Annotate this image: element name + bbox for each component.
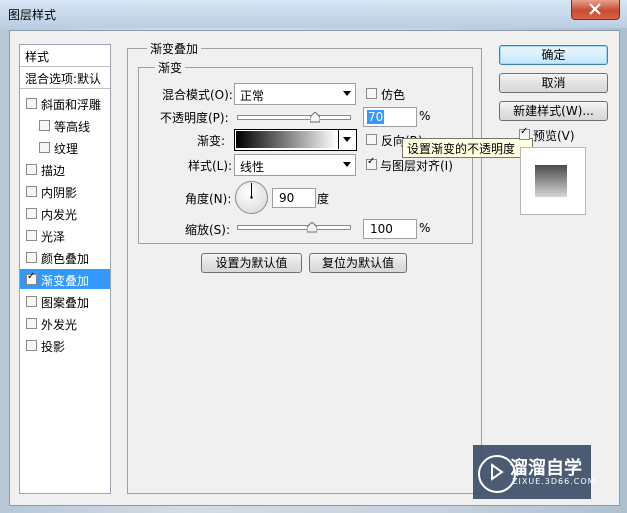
chevron-down-icon — [343, 162, 351, 167]
scale-unit: % — [419, 221, 431, 235]
opacity-input[interactable]: 70 — [363, 107, 417, 127]
style-item-bevel-emboss[interactable]: 斜面和浮雕 — [20, 93, 110, 113]
angle-dial[interactable] — [234, 180, 269, 215]
style-item-checkbox[interactable] — [39, 120, 50, 131]
blend-mode-select[interactable]: 正常 — [234, 83, 356, 105]
set-default-button[interactable]: 设置为默认值 — [201, 253, 302, 273]
style-item-checkbox[interactable] — [26, 164, 37, 175]
scale-input[interactable]: 100 — [363, 219, 417, 239]
style-item-checkbox[interactable] — [26, 230, 37, 241]
gradient-swatch[interactable] — [236, 131, 337, 148]
scale-value: 100 — [370, 222, 393, 236]
style-item-checkbox[interactable] — [26, 252, 37, 263]
tooltip-text: 设置渐变的不透明度 — [407, 142, 516, 156]
style-item-checkbox[interactable] — [26, 208, 37, 219]
gradient-dropdown-button[interactable] — [338, 130, 355, 149]
style-item-label: 描边 — [41, 164, 66, 178]
style-item-contour[interactable]: 等高线 — [20, 115, 110, 135]
gradient-group-title: 渐变 — [155, 59, 186, 76]
gradient-label: 渐变: — [197, 134, 226, 148]
style-list-header-label: 样式 — [25, 50, 50, 64]
scale-slider-track[interactable] — [237, 225, 351, 230]
angle-unit: 度 — [317, 192, 330, 206]
new-style-button[interactable]: 新建样式(W)... — [499, 101, 608, 121]
style-item-stroke[interactable]: 描边 — [20, 159, 110, 179]
style-item-label: 图案叠加 — [41, 296, 90, 310]
preview-swatch — [535, 165, 567, 197]
angle-value: 90 — [279, 191, 295, 205]
close-icon — [589, 3, 601, 15]
gradient-overlay-title: 渐变叠加 — [147, 40, 202, 57]
style-item-label: 内发光 — [41, 208, 78, 222]
style-item-gradient-overlay[interactable]: 渐变叠加 — [20, 269, 110, 289]
style-item-label: 等高线 — [54, 120, 91, 134]
close-button[interactable] — [571, 0, 620, 20]
style-item-texture[interactable]: 纹理 — [20, 137, 110, 157]
style-item-inner-glow[interactable]: 内发光 — [20, 203, 110, 223]
style-item-label: 投影 — [41, 340, 66, 354]
opacity-unit: % — [419, 109, 431, 123]
style-item-color-overlay[interactable]: 颜色叠加 — [20, 247, 110, 267]
opacity-label: 不透明度(P): — [160, 111, 229, 125]
style-item-checkbox[interactable] — [26, 271, 37, 285]
angle-label: 角度(N): — [185, 192, 232, 206]
style-item-label: 纹理 — [54, 142, 79, 156]
align-with-layer-checkbox[interactable] — [366, 156, 377, 170]
reverse-checkbox[interactable] — [366, 134, 377, 145]
cancel-button[interactable]: 取消 — [499, 73, 608, 93]
opacity-slider-thumb[interactable] — [310, 112, 321, 123]
title-bar[interactable] — [0, 0, 627, 28]
style-item-label: 渐变叠加 — [41, 274, 90, 288]
style-item-label: 外发光 — [41, 318, 78, 332]
style-item-label: 光泽 — [41, 230, 66, 244]
ok-button[interactable]: 确定 — [499, 45, 608, 65]
opacity-value: 70 — [367, 110, 385, 124]
style-item-label: 斜面和浮雕 — [41, 98, 102, 112]
style-item-checkbox[interactable] — [26, 318, 37, 329]
blend-mode-label: 混合模式(O): — [162, 88, 233, 102]
tooltip: 设置渐变的不透明度 — [402, 138, 533, 158]
window-title: 图层样式 — [8, 8, 57, 22]
style-label: 样式(L): — [188, 159, 233, 173]
align-with-layer-label: 与图层对齐(I) — [380, 159, 453, 173]
dither-checkbox[interactable] — [366, 88, 377, 99]
style-list-header[interactable]: 样式 — [20, 45, 110, 67]
style-item-checkbox[interactable] — [39, 142, 50, 153]
scale-label: 缩放(S): — [185, 223, 231, 237]
chevron-down-icon — [343, 137, 351, 142]
gradient-picker[interactable] — [234, 129, 357, 151]
style-item-pattern-overlay[interactable]: 图案叠加 — [20, 291, 110, 311]
dither-label: 仿色 — [381, 88, 406, 102]
style-item-inner-shadow[interactable]: 内阴影 — [20, 181, 110, 201]
style-item-checkbox[interactable] — [26, 296, 37, 307]
preview-label: 预览(V) — [533, 129, 575, 143]
style-list: 样式 混合选项:默认 斜面和浮雕等高线纹理描边内阴影内发光光泽颜色叠加渐变叠加图… — [19, 44, 111, 494]
scale-slider-thumb[interactable] — [307, 222, 318, 233]
style-item-checkbox[interactable] — [26, 98, 37, 109]
blend-options-label: 混合选项:默认 — [25, 72, 102, 86]
style-value: 线性 — [240, 160, 265, 174]
style-item-checkbox[interactable] — [26, 186, 37, 197]
style-item-label: 内阴影 — [41, 186, 78, 200]
blend-mode-value: 正常 — [240, 89, 265, 103]
preview-checkbox[interactable] — [519, 126, 530, 140]
blend-options-item[interactable]: 混合选项:默认 — [20, 67, 110, 89]
style-select[interactable]: 线性 — [234, 154, 356, 176]
style-item-outer-glow[interactable]: 外发光 — [20, 313, 110, 333]
style-item-satin[interactable]: 光泽 — [20, 225, 110, 245]
watermark-subtitle: ZIXUE.3D66.COM — [512, 477, 596, 486]
angle-input[interactable]: 90 — [272, 188, 316, 208]
opacity-slider-track[interactable] — [237, 115, 351, 120]
chevron-down-icon — [343, 91, 351, 96]
style-item-checkbox[interactable] — [26, 340, 37, 351]
style-item-label: 颜色叠加 — [41, 252, 90, 266]
reset-default-button[interactable]: 复位为默认值 — [309, 253, 407, 273]
style-item-drop-shadow[interactable]: 投影 — [20, 335, 110, 355]
